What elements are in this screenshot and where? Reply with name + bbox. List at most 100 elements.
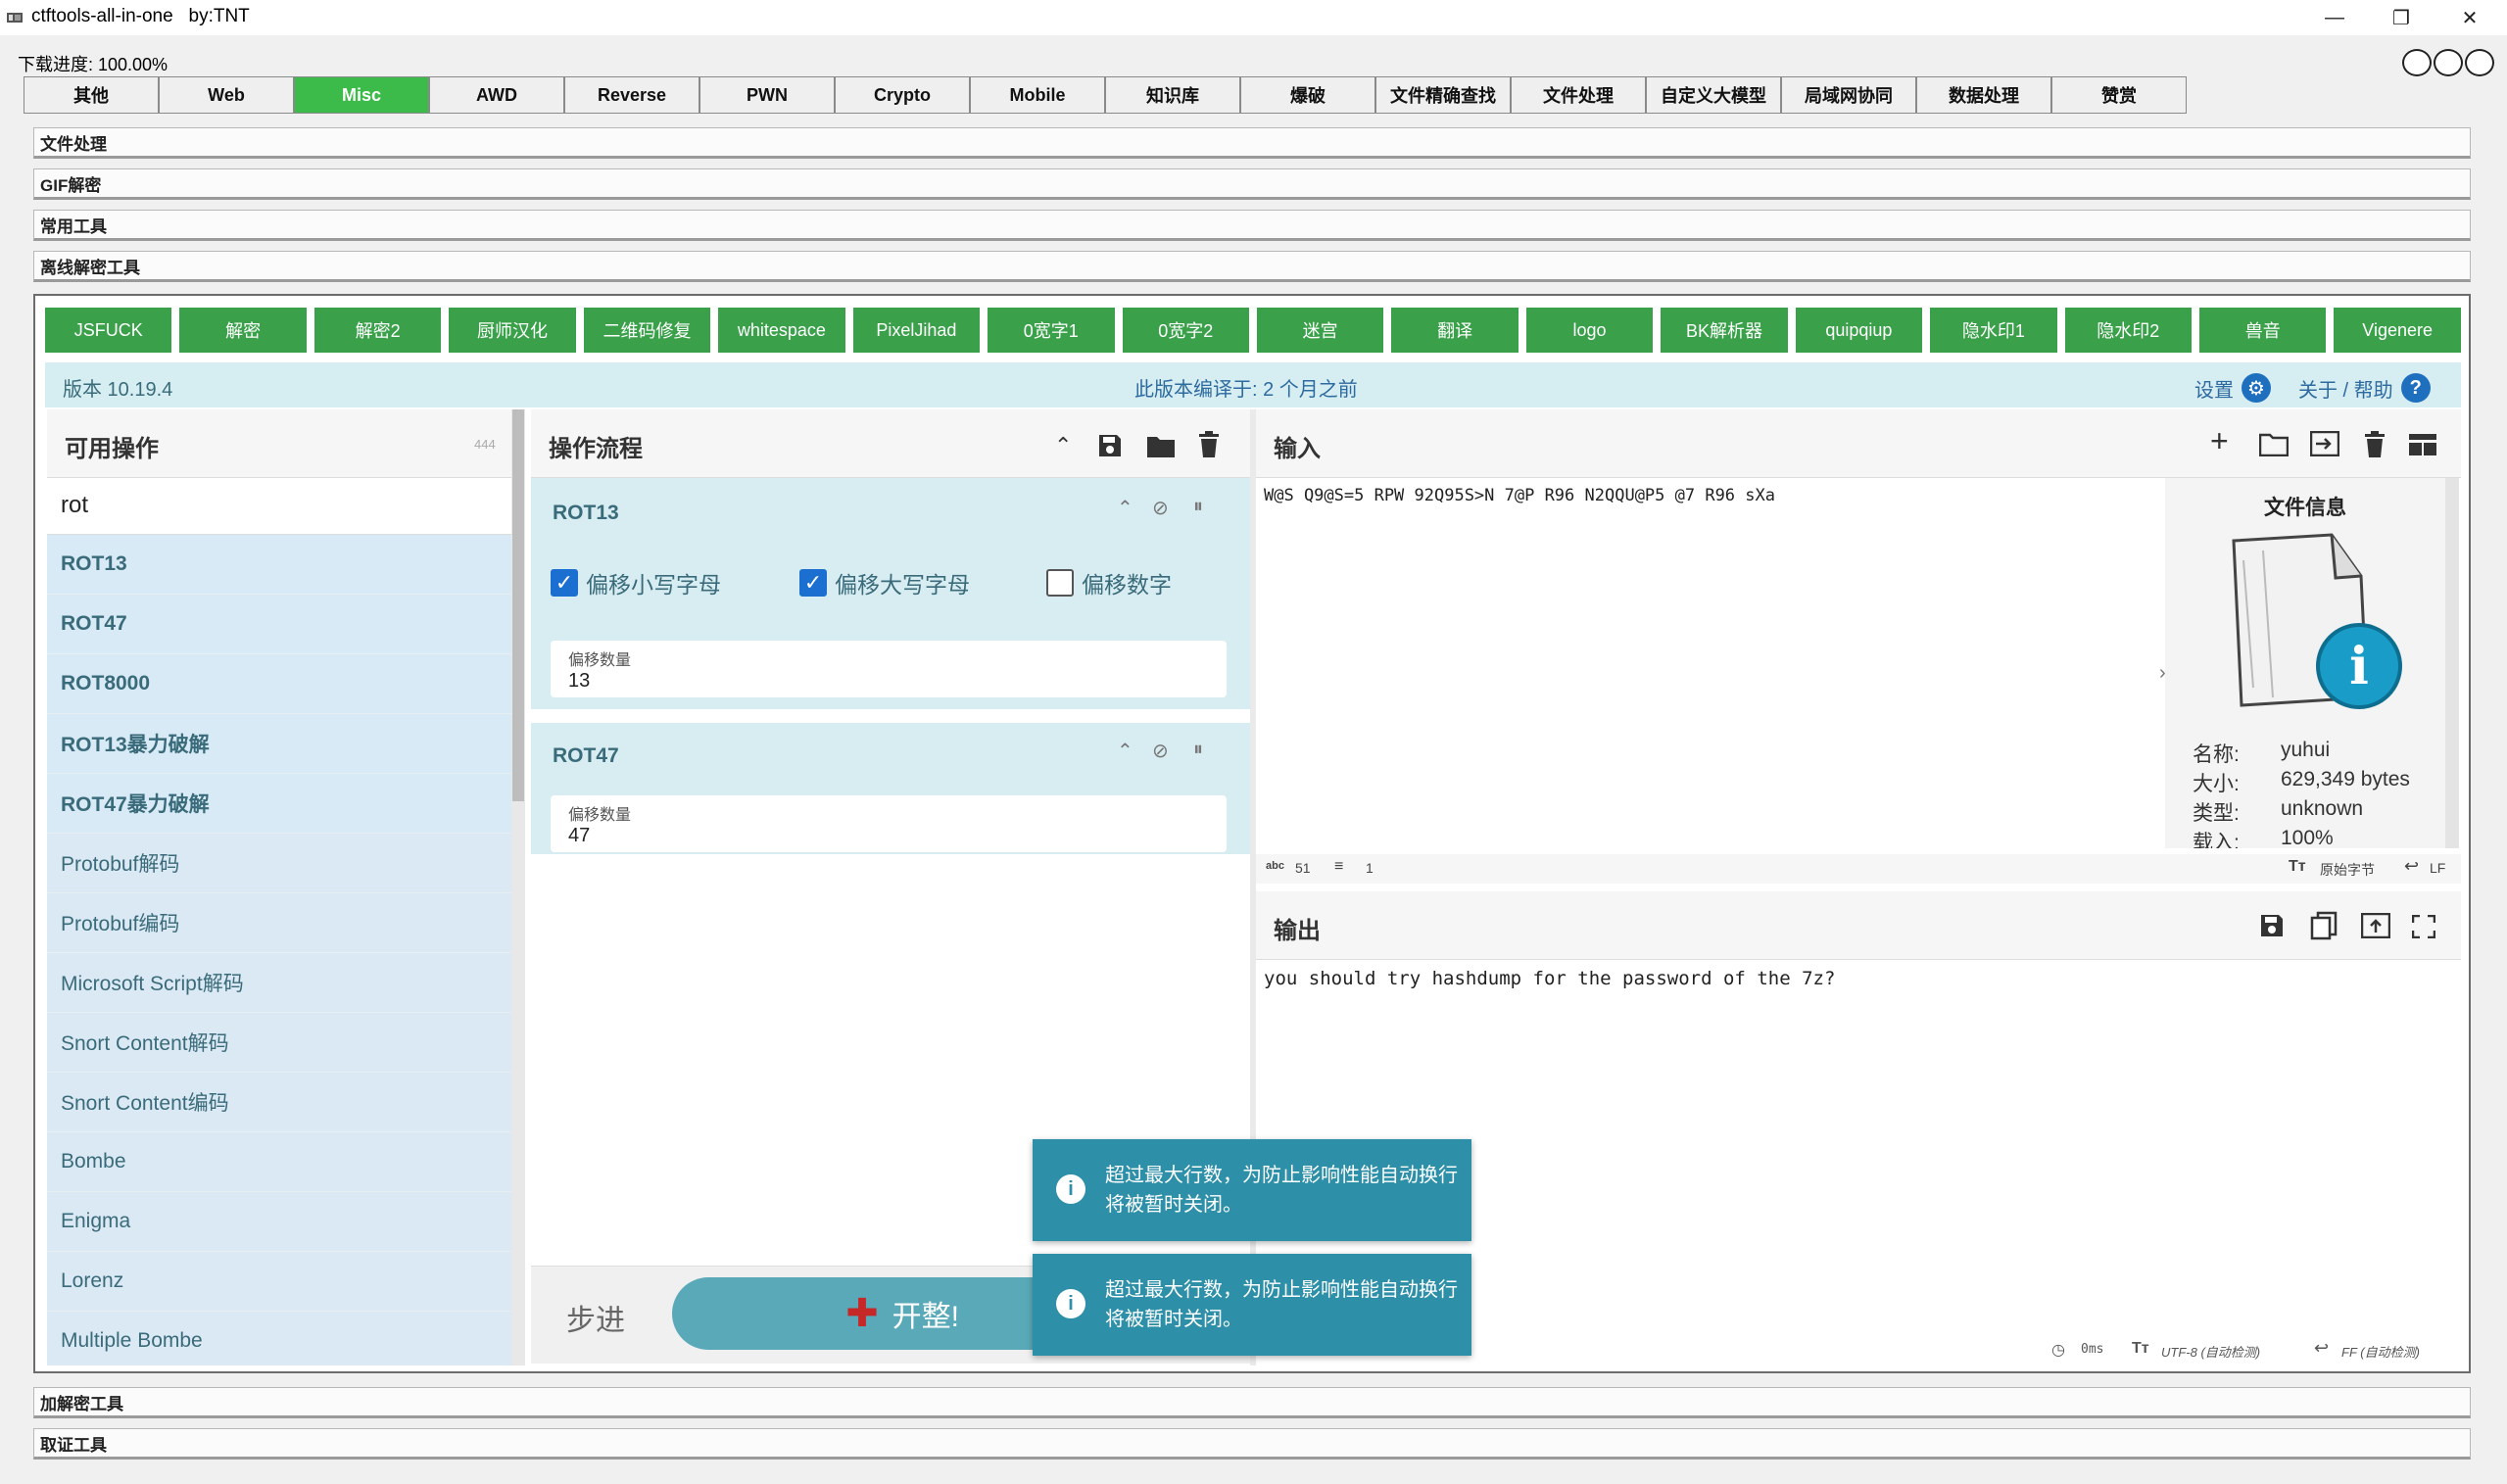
output-encoding[interactable]: UTF-8 (自动检测): [2161, 1342, 2260, 1361]
file-info-panel: 文件信息 i 名称: yuhui 大小: 629,349 bytes 类型: unkn…: [2165, 478, 2445, 848]
pause-icon[interactable]: ⏸: [1193, 739, 1203, 761]
tool-button-7[interactable]: 0宽字1: [988, 308, 1115, 353]
tab-7[interactable]: Mobile: [970, 76, 1105, 114]
operation-item[interactable]: ROT8000: [47, 654, 511, 714]
tab-9[interactable]: 爆破: [1240, 76, 1375, 114]
operation-item[interactable]: Protobuf编码: [47, 893, 511, 953]
chevron-up-icon[interactable]: ⌃: [1054, 433, 1072, 458]
tool-button-17[interactable]: Vigenere: [2334, 308, 2461, 353]
tool-button-9[interactable]: 迷宫: [1256, 308, 1384, 353]
minimize-button[interactable]: —: [2304, 0, 2365, 35]
tool-button-1[interactable]: 解密: [179, 308, 307, 353]
tool-button-8[interactable]: 0宽字2: [1122, 308, 1249, 353]
maximize-button[interactable]: ❐: [2371, 0, 2432, 35]
section-bar-sections_top-1[interactable]: GIF解密: [33, 168, 2471, 200]
operation-item[interactable]: Bombe: [47, 1132, 511, 1192]
input-encoding[interactable]: 原始字节: [2320, 860, 2375, 880]
section-bar-sections_top-3[interactable]: 离线解密工具: [33, 251, 2471, 282]
operations-search-input[interactable]: rot: [47, 478, 511, 535]
input-text[interactable]: W@S Q9@S=5 RPW 92Q95S>N 7@P R96 N2QQU@P5…: [1264, 486, 1775, 505]
clear-input-icon[interactable]: [2363, 431, 2386, 458]
shift-uppercase-checkbox[interactable]: ✓ 偏移大写字母: [799, 566, 970, 599]
layout-icon[interactable]: [2408, 433, 2437, 456]
tool-button-12[interactable]: BK解析器: [1661, 308, 1788, 353]
save-icon[interactable]: [1097, 433, 1123, 458]
tab-0[interactable]: 其他: [24, 76, 159, 114]
section-bar-sections_top-0[interactable]: 文件处理: [33, 127, 2471, 159]
operation-item[interactable]: ROT47暴力破解: [47, 774, 511, 834]
copy-icon[interactable]: [2310, 911, 2338, 940]
operation-item[interactable]: Enigma: [47, 1192, 511, 1252]
tab-4[interactable]: Reverse: [564, 76, 699, 114]
tool-button-6[interactable]: PixelJihad: [852, 308, 981, 353]
help-icon: ?: [2400, 373, 2431, 403]
shift-digits-checkbox[interactable]: 偏移数字: [1046, 566, 1172, 599]
tab-5[interactable]: PWN: [699, 76, 835, 114]
toast-notification[interactable]: i 超过最大行数，为防止影响性能自动换行将被暂时关闭。: [1033, 1254, 1471, 1356]
file-info-scrollbar[interactable]: [2445, 478, 2459, 848]
disable-icon[interactable]: ⊘: [1152, 496, 1169, 520]
close-button[interactable]: ✕: [2439, 0, 2500, 35]
chevron-right-icon[interactable]: ›: [2159, 662, 2166, 685]
operation-item[interactable]: Lorenz: [47, 1252, 511, 1312]
save-output-icon[interactable]: [2259, 913, 2285, 938]
trash-icon[interactable]: [1197, 431, 1221, 458]
step-button[interactable]: 步进: [566, 1296, 625, 1339]
tool-button-16[interactable]: 兽音: [2199, 308, 2327, 353]
open-file-icon[interactable]: [2310, 431, 2339, 456]
section-bar-sections_bottom-1[interactable]: 取证工具: [33, 1428, 2471, 1460]
tab-2[interactable]: Misc: [294, 76, 429, 114]
tool-button-15[interactable]: 隐水印2: [2064, 308, 2192, 353]
tab-12[interactable]: 自定义大模型: [1646, 76, 1781, 114]
tab-6[interactable]: Crypto: [835, 76, 970, 114]
operation-item[interactable]: Snort Content解码: [47, 1013, 511, 1073]
tab-8[interactable]: 知识库: [1105, 76, 1240, 114]
folder-icon[interactable]: [1146, 433, 1176, 458]
tool-button-10[interactable]: 翻译: [1391, 308, 1519, 353]
about-help-link[interactable]: 关于 / 帮助 ?: [2298, 373, 2431, 403]
tab-13[interactable]: 局域网协同: [1781, 76, 1916, 114]
open-folder-icon[interactable]: [2259, 433, 2289, 456]
replace-input-icon[interactable]: [2361, 913, 2390, 938]
tab-1[interactable]: Web: [159, 76, 294, 114]
toast-notification[interactable]: i 超过最大行数，为防止影响性能自动换行将被暂时关闭。: [1033, 1139, 1471, 1241]
chevron-up-icon[interactable]: ⌃: [1117, 739, 1133, 763]
settings-link[interactable]: 设置 ⚙: [2194, 373, 2271, 403]
operation-item[interactable]: ROT13: [47, 535, 511, 595]
maximize-output-icon[interactable]: [2412, 915, 2435, 938]
tab-3[interactable]: AWD: [429, 76, 564, 114]
shift-lowercase-checkbox[interactable]: ✓ 偏移小写字母: [551, 566, 721, 599]
tool-button-2[interactable]: 解密2: [313, 308, 442, 353]
tool-button-0[interactable]: JSFUCK: [45, 308, 172, 353]
tool-button-13[interactable]: quipqiup: [1795, 308, 1923, 353]
tool-button-4[interactable]: 二维码修复: [583, 308, 711, 353]
rot47-amount-field[interactable]: 偏移数量 47: [551, 795, 1227, 852]
tool-button-5[interactable]: whitespace: [718, 308, 845, 353]
chevron-up-icon[interactable]: ⌃: [1117, 496, 1133, 520]
section-bar-sections_top-2[interactable]: 常用工具: [33, 210, 2471, 241]
section-bar-sections_bottom-0[interactable]: 加解密工具: [33, 1387, 2471, 1418]
disable-icon[interactable]: ⊘: [1152, 739, 1169, 763]
operation-item[interactable]: ROT13暴力破解: [47, 714, 511, 774]
operation-item[interactable]: Snort Content编码: [47, 1073, 511, 1132]
tab-10[interactable]: 文件精确查找: [1375, 76, 1511, 114]
rot13-amount-field[interactable]: 偏移数量 13: [551, 641, 1227, 697]
operation-item[interactable]: Microsoft Script解码: [47, 953, 511, 1013]
operation-item[interactable]: Protobuf解码: [47, 834, 511, 893]
file-type-row: 类型: unknown: [2193, 797, 2363, 827]
input-eol[interactable]: LF: [2430, 860, 2445, 876]
add-tab-icon[interactable]: +: [2210, 423, 2229, 459]
operations-scrollbar[interactable]: [511, 409, 525, 1365]
tool-button-14[interactable]: 隐水印1: [1930, 308, 2057, 353]
tab-14[interactable]: 数据处理: [1916, 76, 2051, 114]
tab-11[interactable]: 文件处理: [1511, 76, 1646, 114]
operation-item[interactable]: ROT47: [47, 595, 511, 654]
pause-icon[interactable]: ⏸: [1193, 496, 1203, 518]
scrollbar-thumb[interactable]: [512, 409, 524, 801]
tool-button-11[interactable]: logo: [1525, 308, 1654, 353]
operation-item[interactable]: Multiple Bombe: [47, 1312, 511, 1365]
output-eol[interactable]: FF (自动检测): [2341, 1342, 2420, 1361]
tool-button-3[interactable]: 厨师汉化: [449, 308, 576, 353]
output-text[interactable]: you should try hashdump for the password…: [1264, 968, 1835, 989]
tab-15[interactable]: 赞赏: [2051, 76, 2187, 114]
